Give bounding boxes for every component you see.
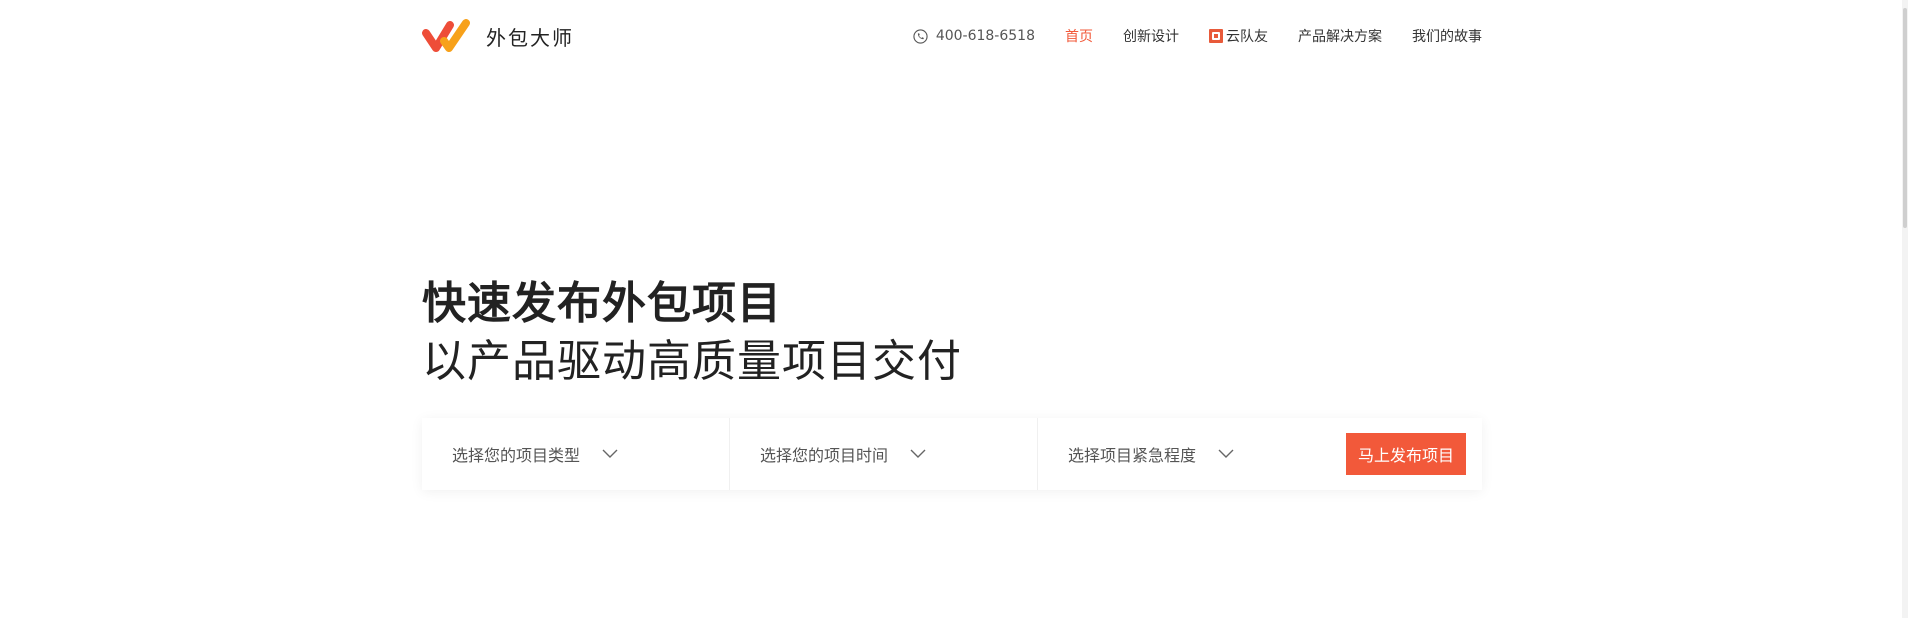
nav-item-label: 创新设计 bbox=[1123, 29, 1179, 45]
page-scrollbar[interactable] bbox=[1902, 0, 1908, 618]
project-type-select[interactable]: 选择您的项目类型 bbox=[422, 418, 730, 490]
chevron-down-icon bbox=[580, 449, 618, 459]
phone-icon bbox=[913, 28, 936, 44]
publish-project-button[interactable]: 马上发布项目 bbox=[1345, 433, 1466, 475]
nav-item-solutions[interactable]: 产品解决方案 bbox=[1298, 26, 1382, 46]
nav-item-label: 首页 bbox=[1065, 29, 1093, 45]
brand-name: 外包大师 bbox=[486, 25, 574, 50]
publish-wrap: 马上发布项目 bbox=[1345, 433, 1482, 475]
nav-item-yun[interactable]: 云队友 bbox=[1209, 26, 1268, 46]
yun-badge-icon bbox=[1209, 29, 1223, 43]
brand[interactable]: 外包大师 bbox=[422, 19, 574, 53]
main-nav: 400-618-6518 首页 创新设计 云队友 产品解决方案 我们的故事 bbox=[913, 26, 1482, 46]
hero-subtitle: 以产品驱动高质量项目交付 bbox=[422, 336, 962, 387]
nav-item-story[interactable]: 我们的故事 bbox=[1412, 26, 1482, 46]
scrollbar-thumb[interactable] bbox=[1903, 8, 1907, 228]
nav-item-design[interactable]: 创新设计 bbox=[1123, 26, 1179, 46]
chevron-down-icon bbox=[1196, 449, 1234, 459]
nav-item-label: 我们的故事 bbox=[1412, 29, 1482, 45]
hero-title: 快速发布外包项目 bbox=[422, 278, 782, 329]
phone-number: 400-618-6518 bbox=[935, 28, 1035, 44]
nav-item-label: 云队友 bbox=[1226, 29, 1268, 45]
project-form: 选择您的项目类型 选择您的项目时间 选择项目紧急程度 马上发布项目 bbox=[422, 418, 1482, 490]
brand-logo-icon bbox=[422, 19, 472, 53]
page: 外包大师 400-618-6518 首页 创新设计 云队友 产品解决方案 我们的… bbox=[0, 0, 1908, 618]
select-placeholder: 选择您的项目类型 bbox=[452, 446, 581, 465]
nav-item-label: 产品解决方案 bbox=[1298, 29, 1382, 45]
select-placeholder: 选择您的项目时间 bbox=[760, 446, 889, 465]
nav-item-home[interactable]: 首页 bbox=[1065, 26, 1093, 46]
select-placeholder: 选择项目紧急程度 bbox=[1068, 446, 1197, 465]
chevron-down-icon bbox=[888, 449, 926, 459]
site-header: 外包大师 400-618-6518 首页 创新设计 云队友 产品解决方案 我们的… bbox=[422, 16, 1482, 56]
project-time-select[interactable]: 选择您的项目时间 bbox=[730, 418, 1038, 490]
phone-link[interactable]: 400-618-6518 bbox=[913, 28, 1035, 44]
project-urgency-select[interactable]: 选择项目紧急程度 bbox=[1038, 418, 1346, 490]
hero: 快速发布外包项目 以产品驱动高质量项目交付 bbox=[422, 274, 1482, 390]
